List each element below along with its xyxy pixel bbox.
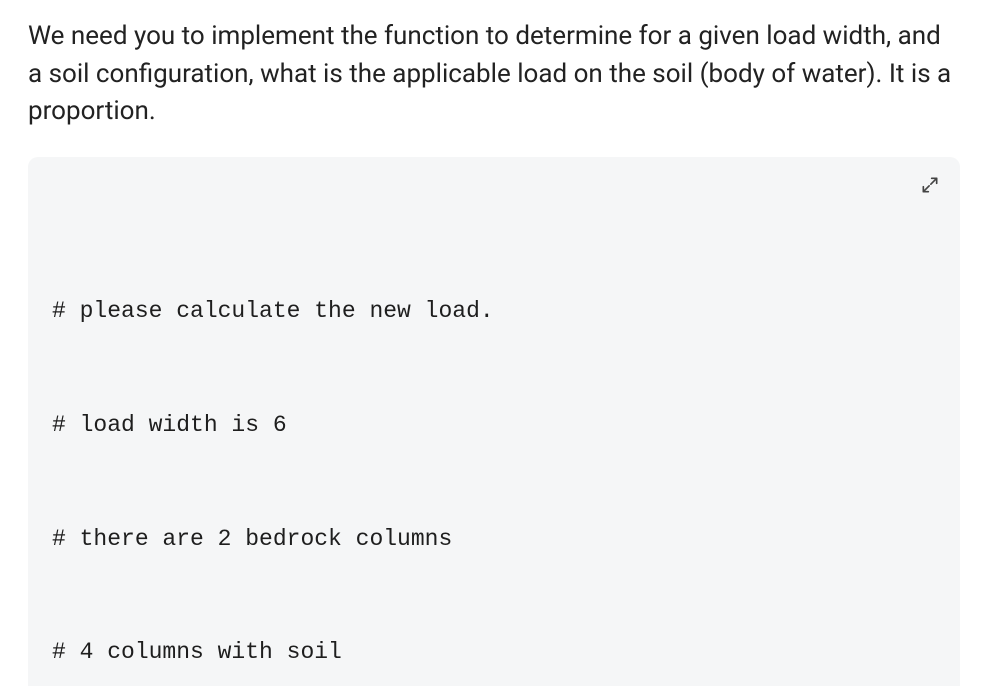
code-line: # load width is 6 (52, 407, 936, 445)
code-line: # please calculate the new load. (52, 293, 936, 331)
expand-icon[interactable] (916, 171, 944, 199)
problem-description: We need you to implement the function to… (28, 18, 960, 131)
code-line: # 4 columns with soil (52, 634, 936, 672)
document-page: We need you to implement the function to… (0, 0, 988, 686)
code-line: # there are 2 bedrock columns (52, 521, 936, 559)
code-block: # please calculate the new load. # load … (28, 157, 960, 686)
